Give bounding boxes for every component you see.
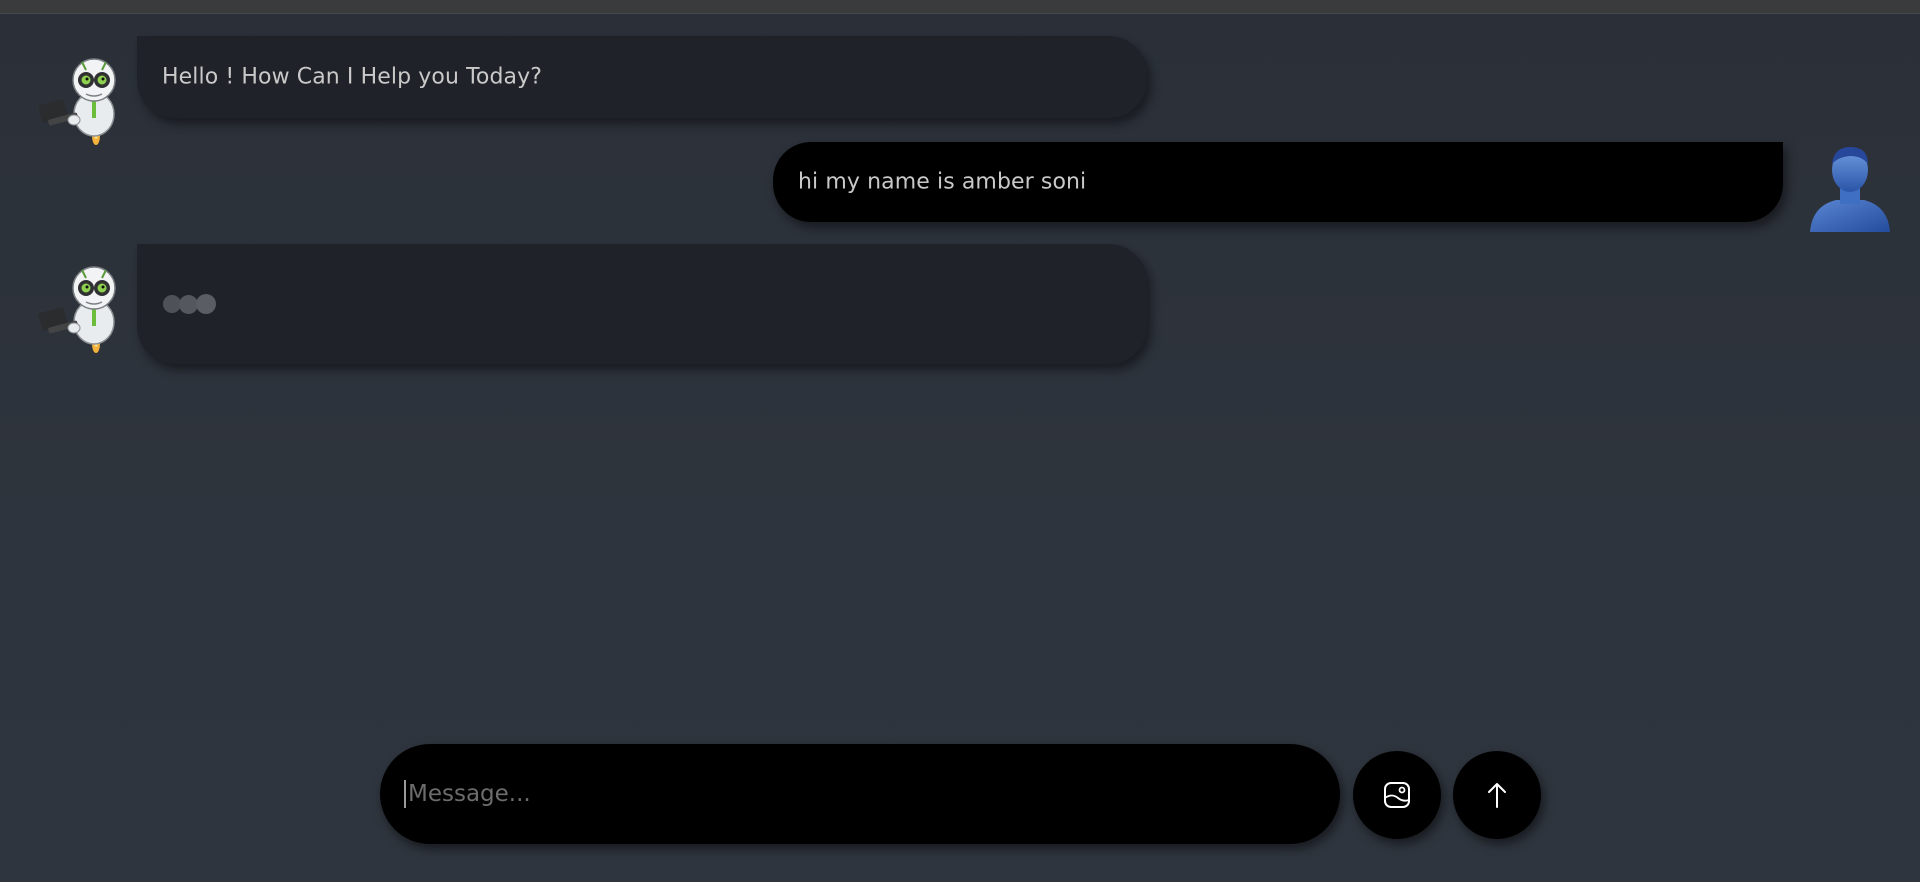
message-input[interactable] [404, 780, 1308, 808]
robot-avatar-icon [38, 266, 116, 353]
typing-dot [196, 294, 216, 314]
browser-top-strip [0, 0, 1920, 14]
arrow-up-icon [1488, 783, 1506, 808]
image-upload-button[interactable] [1353, 751, 1441, 839]
user-avatar [1802, 140, 1898, 236]
bot-message-bubble: Hello ! How Can I Help you Today? [137, 36, 1147, 118]
bot-message-text: Hello ! How Can I Help you Today? [162, 64, 542, 90]
user-avatar-icon [1810, 146, 1890, 232]
bot-typing-bubble [137, 244, 1147, 364]
bot-avatar [30, 258, 126, 354]
user-message-bubble: hi my name is amber soni [773, 142, 1783, 222]
image-upload-icon [1384, 782, 1410, 808]
send-button[interactable] [1453, 751, 1541, 839]
user-message-text: hi my name is amber soni [798, 169, 1087, 195]
bot-avatar [30, 50, 126, 146]
robot-avatar-icon [38, 58, 116, 145]
typing-indicator [163, 294, 216, 314]
message-composer [380, 744, 1340, 844]
